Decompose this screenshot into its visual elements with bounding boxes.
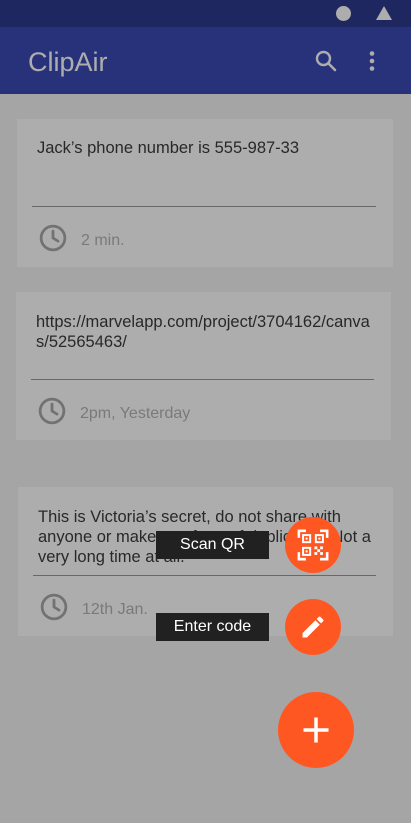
- scan-qr-button[interactable]: [285, 517, 341, 573]
- add-clip-button[interactable]: [278, 692, 354, 768]
- qr-code-icon: [297, 529, 329, 561]
- scan-qr-label[interactable]: Scan QR: [156, 531, 269, 559]
- pencil-icon: [302, 616, 324, 638]
- enter-code-button[interactable]: [285, 599, 341, 655]
- enter-code-label[interactable]: Enter code: [156, 613, 269, 641]
- close-plus-icon: [303, 717, 329, 743]
- scrim-overlay[interactable]: [0, 0, 411, 823]
